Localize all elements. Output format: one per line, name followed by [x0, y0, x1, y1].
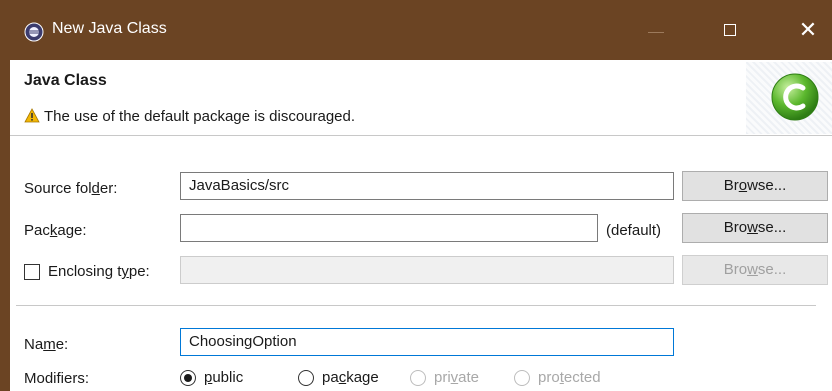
modifiers-label: Modifiers:	[24, 370, 90, 387]
modifier-package-label: package	[322, 369, 379, 386]
enclosing-type-input	[180, 256, 674, 284]
warning-icon	[24, 108, 40, 123]
package-browse-button[interactable]: Browse...	[682, 213, 828, 243]
source-folder-label: Source folder:	[24, 180, 118, 197]
enclosing-type-browse-button: Browse...	[682, 255, 828, 285]
wizard-banner: Java Class The use of the default packag…	[10, 60, 832, 136]
warning-message: The use of the default package is discou…	[44, 108, 356, 125]
package-label: Package:	[24, 222, 87, 239]
source-folder-input[interactable]: JavaBasics/src	[180, 172, 674, 200]
name-label: Name:	[24, 336, 69, 353]
modifier-private-label: private	[434, 369, 480, 386]
modifier-protected-radio	[514, 370, 530, 386]
minimize-button[interactable]	[648, 32, 664, 33]
package-input[interactable]	[180, 214, 598, 242]
close-button[interactable]: ✕	[796, 16, 820, 44]
class-form: Source folder: JavaBasics/src Browse... …	[10, 136, 832, 391]
java-class-icon	[771, 73, 819, 121]
title-bar: New Java Class ✕	[0, 0, 832, 60]
modifier-public-label: public	[204, 369, 244, 386]
page-title: Java Class	[24, 72, 107, 89]
class-name-input[interactable]: ChoosingOption	[180, 328, 674, 356]
modifier-protected-label: protected	[538, 369, 601, 386]
eclipse-icon	[24, 22, 44, 42]
modifier-public-radio[interactable]	[180, 370, 196, 386]
enclosing-type-checkbox[interactable]	[24, 264, 40, 280]
window-border	[0, 60, 10, 391]
modifier-package-radio[interactable]	[298, 370, 314, 386]
enclosing-type-label: Enclosing type:	[48, 263, 150, 280]
window-title: New Java Class	[52, 20, 167, 37]
banner-image	[746, 62, 832, 134]
modifier-private-radio	[410, 370, 426, 386]
package-default-hint: (default)	[606, 222, 662, 239]
maximize-button[interactable]	[724, 24, 736, 36]
separator	[16, 305, 816, 306]
source-folder-browse-button[interactable]: Browse...	[682, 171, 828, 201]
